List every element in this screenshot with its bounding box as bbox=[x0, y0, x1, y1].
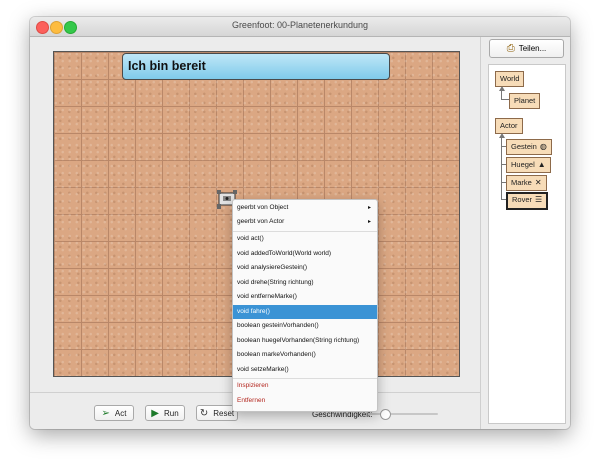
class-huegel[interactable]: Huegel ▲ bbox=[506, 157, 551, 173]
class-world[interactable]: World bbox=[495, 71, 525, 87]
class-planet[interactable]: Planet bbox=[509, 93, 541, 109]
speed-slider[interactable] bbox=[368, 409, 438, 420]
menu-item-method[interactable]: void drehe(String richtung) bbox=[233, 276, 377, 290]
menu-item-method-highlighted[interactable]: void fahre() bbox=[233, 305, 377, 319]
class-rover[interactable]: Rover ☰ bbox=[506, 192, 549, 210]
menu-item-method[interactable]: boolean markeVorhanden() bbox=[233, 348, 377, 362]
menu-item-method[interactable]: void act() bbox=[233, 232, 377, 246]
menu-item-method[interactable]: void analysiereGestein() bbox=[233, 261, 377, 275]
slider-thumb[interactable] bbox=[380, 409, 391, 420]
menu-item-method[interactable]: boolean gesteinVorhanden() bbox=[233, 319, 377, 333]
slider-track bbox=[368, 413, 438, 415]
title-bar: Greenfoot: 00-Planetenerkundung bbox=[30, 17, 570, 37]
class-diagram: World Planet Actor Gestein ◍ Huegel ▲ Mark… bbox=[488, 64, 566, 424]
class-panel: ⎙ Teilen... World Planet Actor Gestein ◍ … bbox=[480, 37, 570, 429]
class-gestein[interactable]: Gestein ◍ bbox=[506, 139, 552, 155]
play-icon: ▶ bbox=[151, 407, 159, 419]
menu-item-method[interactable]: void addedToWorld(World world) bbox=[233, 247, 377, 261]
submenu-arrow-icon: ▸ bbox=[367, 219, 371, 225]
menu-item-inherited-object[interactable]: geerbt von Object ▸ bbox=[233, 201, 377, 215]
inheritance-arrow bbox=[499, 133, 505, 138]
menu-item-method[interactable]: boolean huegelVorhanden(String richtung) bbox=[233, 334, 377, 348]
class-actor[interactable]: Actor bbox=[495, 118, 523, 134]
menu-item-method[interactable]: void setzeMarke() bbox=[233, 363, 377, 377]
message-banner: Ich bin bereit bbox=[122, 53, 390, 80]
connector-line bbox=[501, 138, 502, 199]
share-button[interactable]: ⎙ Teilen... bbox=[489, 39, 564, 58]
rock-icon: ◍ bbox=[539, 142, 547, 151]
menu-item-remove[interactable]: Entfernen bbox=[233, 394, 377, 408]
class-marke[interactable]: Marke ✕ bbox=[506, 175, 547, 191]
menu-item-inherited-actor[interactable]: geerbt von Actor ▸ bbox=[233, 215, 377, 229]
context-menu: geerbt von Object ▸ geerbt von Actor ▸ v… bbox=[232, 199, 378, 412]
step-icon: ➢ bbox=[101, 407, 110, 419]
menu-item-method[interactable]: void entferneMarke() bbox=[233, 290, 377, 304]
rover-icon: ☰ bbox=[535, 195, 543, 204]
inheritance-arrow bbox=[499, 86, 505, 91]
act-button[interactable]: ➢ Act bbox=[94, 405, 134, 421]
share-icon: ⎙ bbox=[506, 43, 515, 54]
hill-icon: ▲ bbox=[537, 160, 546, 169]
menu-item-inspect[interactable]: Inspizieren bbox=[233, 379, 377, 393]
window-title: Greenfoot: 00-Planetenerkundung bbox=[231, 20, 369, 30]
message-text: Ich bin bereit bbox=[128, 59, 206, 73]
marker-icon: ✕ bbox=[534, 178, 542, 187]
run-button[interactable]: ▶ Run bbox=[145, 405, 185, 421]
submenu-arrow-icon: ▸ bbox=[367, 205, 371, 211]
reset-icon: ↻ bbox=[199, 407, 209, 419]
